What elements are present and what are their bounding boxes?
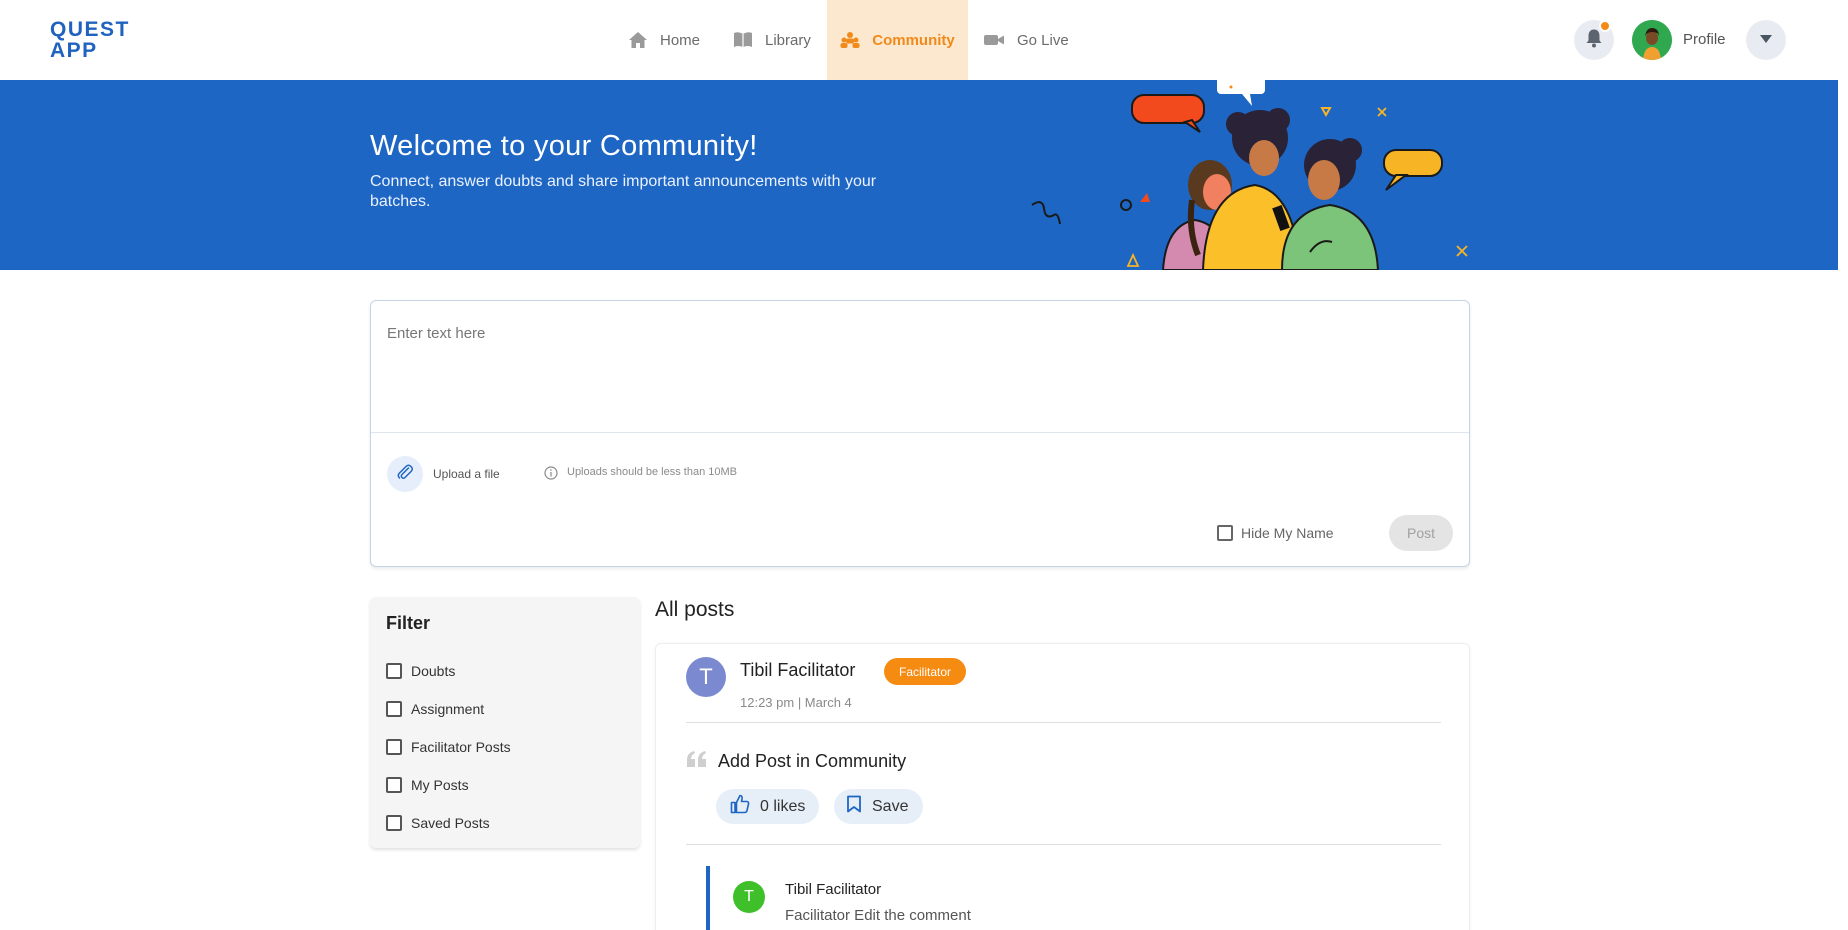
nav-home[interactable]: Home [628, 0, 718, 80]
bell-icon [1585, 28, 1603, 53]
role-badge: Facilitator [884, 658, 967, 685]
post-composer: Upload a file Uploads should be less tha… [370, 300, 1470, 567]
post-author-avatar: T [686, 657, 726, 697]
notification-dot [1599, 20, 1611, 32]
filter-option-doubts[interactable]: Doubts [386, 663, 455, 679]
filter-option-saved-posts[interactable]: Saved Posts [386, 815, 490, 831]
upload-size-note: Uploads should be less than 10MB [567, 466, 737, 478]
banner-subtitle: Connect, answer doubts and share importa… [370, 173, 877, 210]
checkbox[interactable] [386, 739, 402, 755]
post-author-name: Tibil Facilitator [740, 660, 856, 680]
checkbox[interactable] [386, 777, 402, 793]
filter-option-label: Saved Posts [411, 815, 490, 831]
like-count: 0 likes [760, 797, 806, 815]
hide-name-checkbox[interactable] [1217, 525, 1233, 541]
save-button[interactable]: Save [834, 789, 924, 824]
filter-option-assignment[interactable]: Assignment [386, 701, 484, 717]
bookmark-icon [846, 795, 862, 818]
quote-icon [686, 750, 708, 773]
chevron-down-icon [1759, 31, 1773, 49]
thumbs-up-icon [730, 794, 750, 819]
book-icon [733, 31, 753, 49]
video-icon [983, 32, 1005, 48]
nav-community-label: Community [872, 31, 955, 49]
checkbox[interactable] [386, 815, 402, 831]
composer-divider [371, 432, 1469, 433]
filter-option-facilitator-posts[interactable]: Facilitator Posts [386, 739, 511, 755]
profile-link[interactable]: Profile [1683, 31, 1726, 48]
avatar[interactable] [1632, 20, 1672, 60]
nav-home-label: Home [660, 31, 701, 49]
top-nav: QUEST APP Home Library Community Go Live [0, 0, 1848, 80]
checkbox[interactable] [386, 663, 402, 679]
scrollbar[interactable] [1838, 80, 1848, 270]
post-button[interactable]: Post [1389, 515, 1453, 551]
filter-option-label: Doubts [411, 663, 456, 679]
checkbox[interactable] [386, 701, 402, 717]
save-label: Save [872, 797, 909, 815]
comment-author-name: Tibil Facilitator [785, 881, 882, 898]
comment-author-avatar: T [733, 881, 765, 913]
nav-go-live-label: Go Live [1017, 31, 1069, 49]
nav-library[interactable]: Library [733, 0, 823, 80]
post-text-input[interactable] [387, 325, 1447, 425]
profile-dropdown-button[interactable] [1746, 20, 1786, 60]
like-button[interactable]: 0 likes [716, 789, 820, 824]
post-body: Add Post in Community [718, 751, 907, 771]
nav-community[interactable]: Community [827, 0, 968, 80]
info-icon [544, 466, 558, 485]
post-divider [686, 722, 1441, 723]
filter-option-label: Facilitator Posts [411, 739, 511, 755]
logo-line-1: QUEST [50, 18, 130, 41]
upload-file-label[interactable]: Upload a file [433, 467, 500, 481]
comment-accent-bar [706, 866, 710, 930]
filter-option-my-posts[interactable]: My Posts [386, 777, 469, 793]
home-icon [628, 31, 648, 49]
banner-title: Welcome to your Community! [370, 130, 758, 162]
logo-line-2: APP [50, 39, 98, 62]
filter-option-label: Assignment [411, 701, 485, 717]
app-logo[interactable]: QUEST APP [50, 19, 130, 61]
comments-divider [686, 844, 1441, 845]
comment-text: Facilitator Edit the comment [785, 907, 971, 924]
hide-name-label[interactable]: Hide My Name [1241, 525, 1334, 541]
filter-panel: Filter Doubts Assignment Facilitator Pos… [370, 597, 640, 848]
community-illustration [1031, 80, 1468, 270]
filter-title: Filter [386, 613, 431, 633]
community-icon [840, 31, 860, 49]
paperclip-icon [396, 463, 414, 486]
filter-option-label: My Posts [411, 777, 469, 793]
posts-title: All posts [655, 598, 735, 621]
post-card: T Tibil Facilitator Facilitator 12:23 pm… [655, 643, 1470, 930]
post-timestamp: 12:23 pm | March 4 [740, 695, 852, 710]
nav-library-label: Library [765, 31, 811, 49]
nav-go-live[interactable]: Go Live [983, 0, 1093, 80]
upload-file-button[interactable] [387, 456, 423, 492]
welcome-banner: Welcome to your Community! Connect, answ… [0, 80, 1838, 270]
